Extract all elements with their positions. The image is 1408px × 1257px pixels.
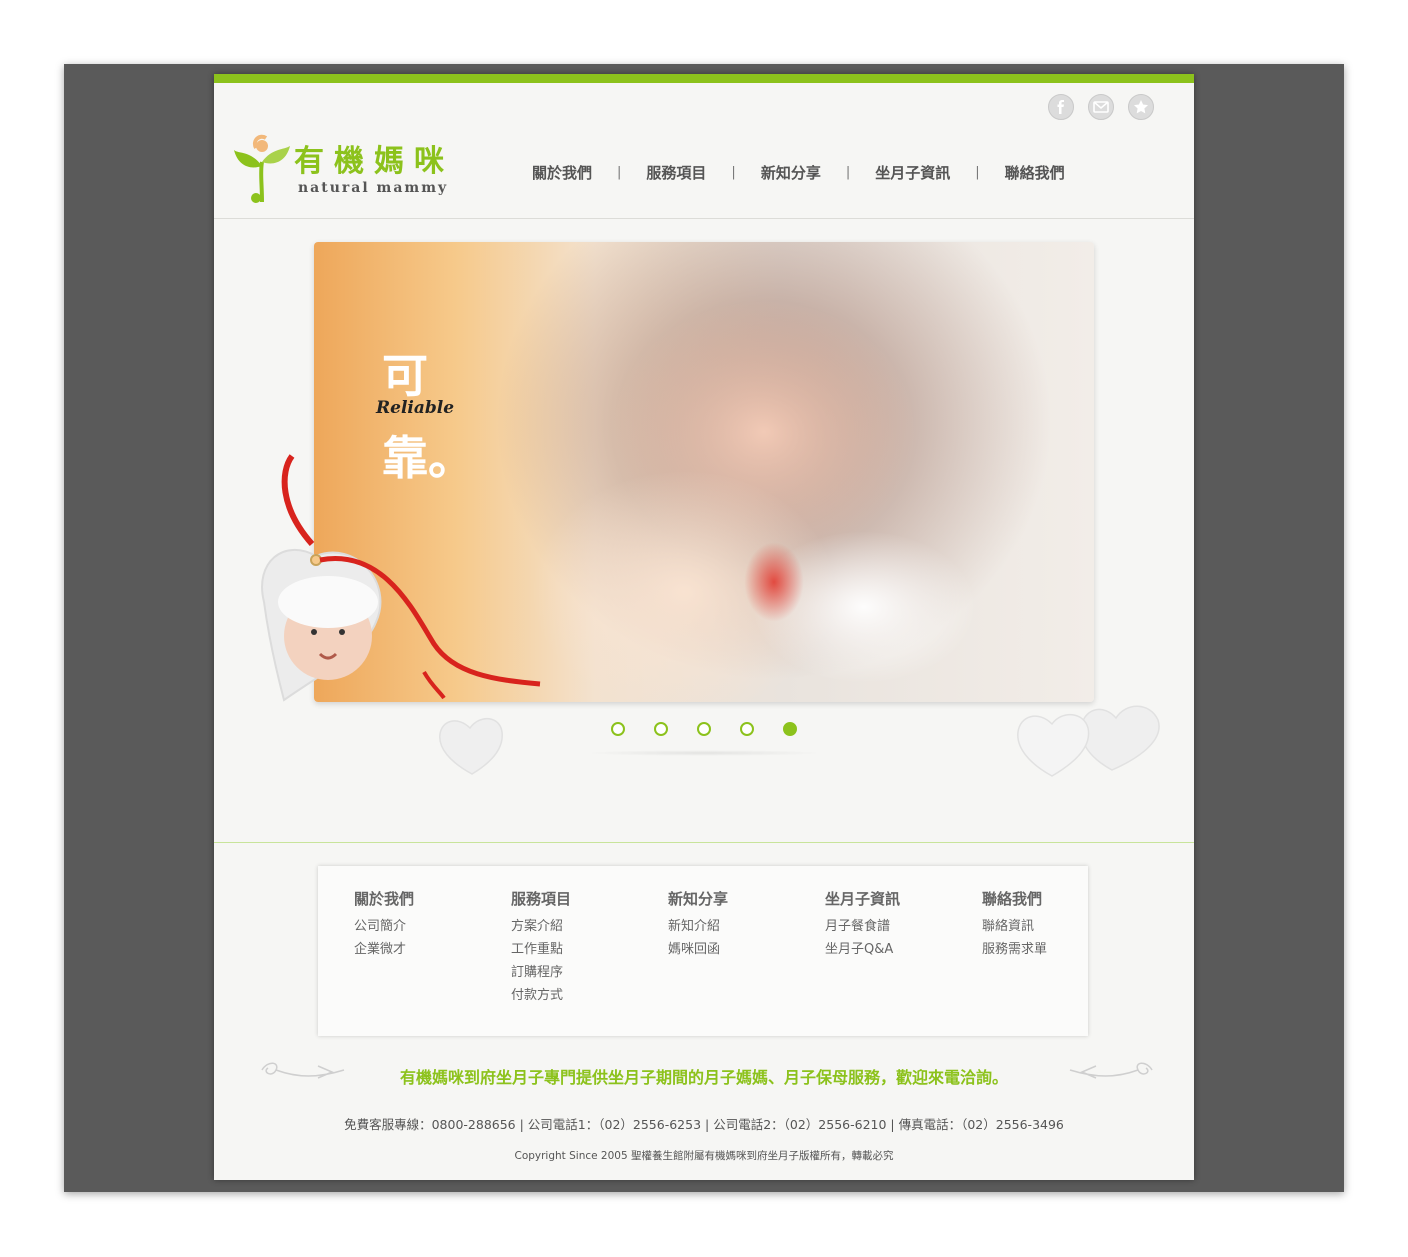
footer-link[interactable]: 公司簡介 xyxy=(354,915,414,938)
footer-link[interactable]: 工作重點 xyxy=(511,938,571,961)
footer-copyright: Copyright Since 2005 聖權養生館附屬有機媽咪到府坐月子版權所… xyxy=(514,1150,894,1162)
footer-link[interactable]: 新知介紹 xyxy=(668,915,728,938)
footer-heading[interactable]: 服務項目 xyxy=(511,888,571,909)
footer-heading[interactable]: 關於我們 xyxy=(354,888,414,909)
footer-heading[interactable]: 聯絡我們 xyxy=(982,888,1047,909)
mail-icon[interactable] xyxy=(1088,94,1114,120)
social-icons xyxy=(1048,94,1154,120)
nav-separator: | xyxy=(617,165,622,180)
footer-column-contact: 聯絡我們 聯絡資訊 服務需求單 xyxy=(982,888,1047,961)
footer-column-about: 關於我們 公司簡介 企業微才 xyxy=(354,888,414,961)
header-divider xyxy=(214,218,1194,219)
footer-link[interactable]: 月子餐食譜 xyxy=(825,915,900,938)
footer-link[interactable]: 訂購程序 xyxy=(511,961,571,984)
content-divider xyxy=(214,842,1194,843)
slider-dot-5-active[interactable] xyxy=(783,722,797,736)
slider-dot-3[interactable] xyxy=(697,722,711,736)
slider-dot-2[interactable] xyxy=(654,722,668,736)
heart-decoration-right xyxy=(1017,705,1160,777)
slider-dots xyxy=(611,722,797,736)
slider-dot-1[interactable] xyxy=(611,722,625,736)
footer-column-news: 新知分享 新知介紹 媽咪回函 xyxy=(668,888,728,961)
footer-link[interactable]: 服務需求單 xyxy=(982,938,1047,961)
footer-contact-line: 免費客服專線：0800-288656 | 公司電話1：（02）2556-6253… xyxy=(344,1117,1064,1132)
facebook-icon[interactable] xyxy=(1048,94,1074,120)
nav-separator: | xyxy=(845,165,851,180)
hero-english-word: Reliable xyxy=(376,398,455,418)
main-nav: 關於我們 | 服務項目 | 新知分享 | 坐月子資訊 | 聯絡我們 xyxy=(532,162,1065,183)
footer-slogan: 有機媽咪到府坐月子專門提供坐月子期間的月子媽媽、月子保母服務，歡迎來電洽詢。 xyxy=(399,1068,1008,1087)
nav-item-about[interactable]: 關於我們 xyxy=(532,162,592,183)
footer-column-services: 服務項目 方案介紹 工作重點 訂購程序 付款方式 xyxy=(511,888,571,1007)
logo-english-text: natural mammy xyxy=(298,180,449,196)
heart-tag-decoration xyxy=(261,454,541,702)
nav-item-postpartum-info[interactable]: 坐月子資訊 xyxy=(875,162,950,183)
star-icon[interactable] xyxy=(1128,94,1154,120)
logo-leaf-icon xyxy=(234,134,290,203)
footer-link[interactable]: 企業微才 xyxy=(354,938,414,961)
nav-separator: | xyxy=(731,165,736,180)
slider-dot-4[interactable] xyxy=(740,722,754,736)
page-container: 有機媽咪 natural mammy 關於我們 | 服務項目 | 新知分享 | … xyxy=(214,74,1194,1180)
footer-link[interactable]: 方案介紹 xyxy=(511,915,571,938)
site-logo[interactable]: 有機媽咪 natural mammy xyxy=(232,132,462,212)
top-accent-bar xyxy=(214,74,1194,83)
footer-link[interactable]: 聯絡資訊 xyxy=(982,915,1047,938)
logo-chinese-text: 有機媽咪 xyxy=(294,144,454,179)
footer-heading[interactable]: 坐月子資訊 xyxy=(825,888,900,909)
footer-link[interactable]: 坐月子Q&A xyxy=(825,938,900,961)
nav-separator: | xyxy=(975,165,980,180)
footer-heading[interactable]: 新知分享 xyxy=(668,888,728,909)
footer-link[interactable]: 媽咪回函 xyxy=(668,938,728,961)
nav-item-news[interactable]: 新知分享 xyxy=(761,162,821,183)
nav-item-services[interactable]: 服務項目 xyxy=(646,162,706,183)
slider-shadow xyxy=(584,750,824,756)
footer-column-postpartum-info: 坐月子資訊 月子餐食譜 坐月子Q&A xyxy=(825,888,900,961)
hero-heading-char-1: 可 xyxy=(382,349,428,403)
nav-item-contact[interactable]: 聯絡我們 xyxy=(1005,162,1065,183)
footer-sitemap: 關於我們 公司簡介 企業微才 服務項目 方案介紹 工作重點 訂購程序 付款方式 … xyxy=(318,866,1088,1036)
heart-decoration-left xyxy=(439,718,503,775)
footer-link[interactable]: 付款方式 xyxy=(511,984,571,1007)
